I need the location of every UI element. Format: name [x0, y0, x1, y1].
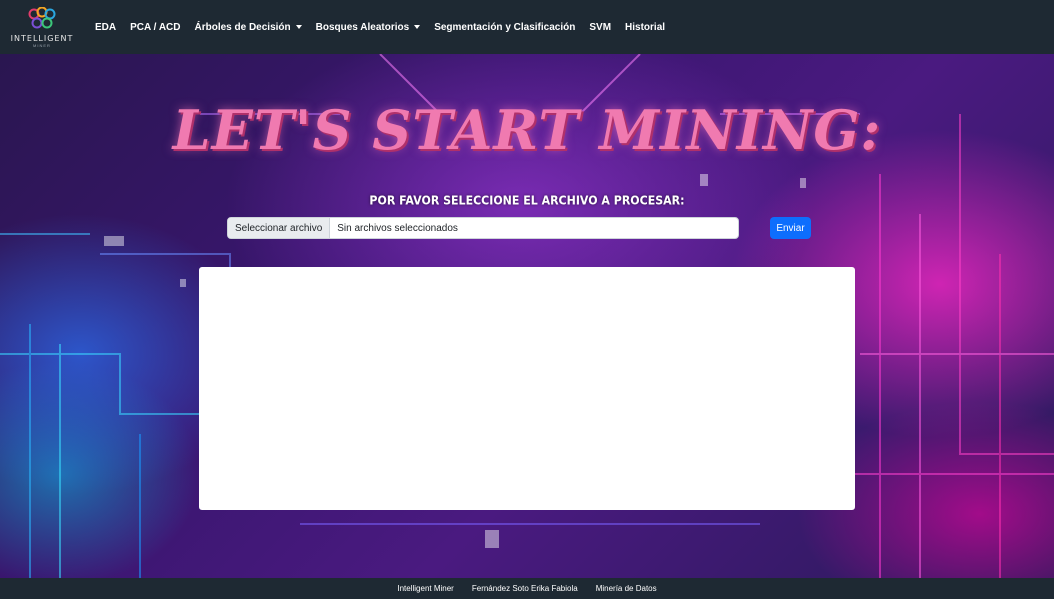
nav-item-label: EDA	[95, 21, 117, 33]
caret-down-icon	[295, 25, 302, 29]
nav-item-historial[interactable]: Historial	[618, 22, 672, 33]
nav-item-label: PCA / ACD	[130, 21, 181, 33]
nav-menu: EDA PCA / ACD Árboles de Decisión Bosque…	[88, 22, 672, 33]
choose-file-button[interactable]: Seleccionar archivo	[228, 218, 331, 238]
molecule-rings-icon	[28, 6, 56, 28]
nav-item-pca[interactable]: PCA / ACD	[123, 22, 187, 33]
footer-course: Minería de Datos	[595, 584, 657, 593]
page-title: LET'S START MINING:	[172, 98, 882, 162]
footer-app-name: Intelligent Miner	[397, 584, 454, 593]
nav-item-svm[interactable]: SVM	[582, 22, 618, 33]
selected-file-name: Sin archivos seleccionados	[337, 222, 458, 234]
brand-name: INTELLIGENT	[10, 33, 74, 43]
nav-item-label: Segmentación y Clasificación	[434, 21, 576, 33]
nav-item-bosques-dropdown[interactable]: Bosques Aleatorios	[309, 22, 428, 33]
nav-item-label: SVM	[589, 21, 612, 33]
file-upload-input[interactable]: Seleccionar archivo Sin archivos selecci…	[227, 217, 739, 239]
nav-item-label: Árboles de Decisión	[194, 21, 291, 33]
upload-instructions: POR FAVOR SELECCIONE EL ARCHIVO A PROCES…	[369, 193, 685, 208]
caret-down-icon	[414, 25, 421, 29]
nav-item-segmentacion[interactable]: Segmentación y Clasificación	[427, 22, 582, 33]
top-navbar: INTELLIGENT MINER EDA PCA / ACD Árboles …	[0, 0, 1054, 54]
nav-item-label: Historial	[625, 21, 666, 33]
nav-item-label: Bosques Aleatorios	[315, 21, 410, 33]
brand-logo[interactable]: INTELLIGENT MINER	[0, 0, 84, 54]
results-panel	[199, 267, 855, 510]
nav-item-arboles-dropdown[interactable]: Árboles de Decisión	[188, 22, 309, 33]
nav-item-eda[interactable]: EDA	[88, 22, 123, 33]
footer-author: Fernández Soto Erika Fabiola	[471, 584, 578, 593]
brand-subname: MINER	[33, 42, 51, 48]
page-footer: Intelligent Miner Fernández Soto Erika F…	[0, 578, 1054, 599]
submit-button[interactable]: Enviar	[770, 217, 811, 239]
hero-banner: LET'S START MINING: POR FAVOR SELECCIONE…	[0, 54, 1054, 578]
